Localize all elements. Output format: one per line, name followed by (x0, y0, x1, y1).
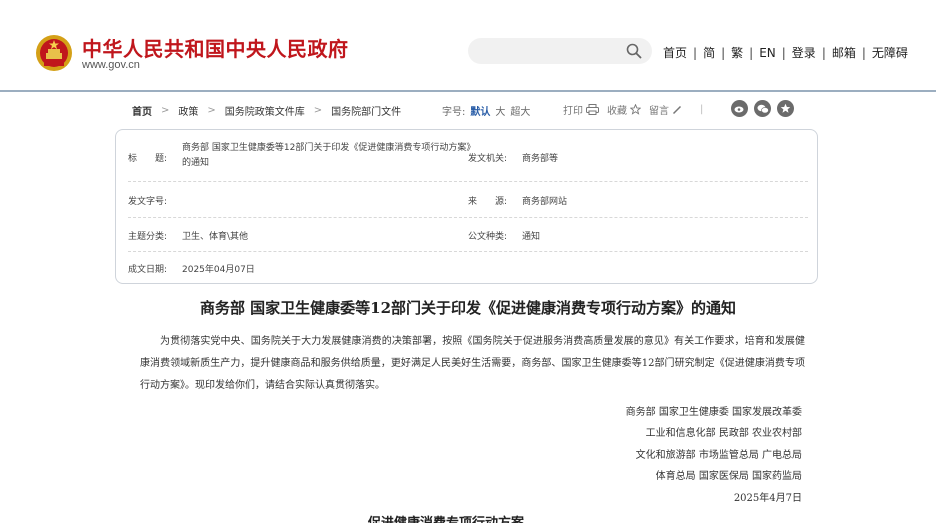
comment-button[interactable]: 留言 (649, 102, 669, 117)
wechat-icon[interactable] (754, 100, 771, 117)
info-row-docno: 发文字号: 来 源: 商务部网站 (128, 182, 808, 218)
nav-simplified[interactable]: 简 (703, 44, 715, 61)
signing-date: 2025年4月7日 (733, 492, 802, 504)
printer-icon[interactable] (586, 104, 599, 115)
star-icon[interactable] (630, 104, 641, 115)
chevron-right-icon: > (313, 105, 323, 116)
category-label: 主题分类: (128, 232, 168, 242)
signer-line: 体育总局 国家医保局 国家药监局 (655, 471, 802, 483)
article-tools: 打印 收藏 留言 | (563, 102, 713, 117)
info-row-category: 主题分类: 卫生、体育\其他 公文种类: 通知 (128, 218, 808, 252)
font-size-selector: 字号: 默认 大 超大 (442, 103, 530, 118)
chevron-right-icon: > (161, 105, 170, 116)
nav-login[interactable]: 登录 (792, 44, 816, 61)
share-bar (731, 100, 794, 117)
doc-type-label: 公文种类: (468, 232, 508, 242)
article-title: 商务部 国家卫生健康委等12部门关于印发《促进健康消费专项行动方案》的通知 (199, 299, 737, 317)
nav-accessibility[interactable]: 无障碍 (872, 44, 908, 61)
nav-home[interactable]: 首页 (663, 44, 687, 61)
signer-line: 工业和信息化部 民政部 农业农村部 (645, 428, 802, 440)
title-value: 商务部 国家卫生健康委等12部门关于印发《促进健康消费专项行动方案》的通知 (182, 143, 471, 168)
chevron-right-icon: > (207, 105, 216, 116)
breadcrumb-policy[interactable]: 政策 (178, 103, 198, 118)
breadcrumb: 首页 > 政策 > 国务院政策文件库 > 国务院部门文件 (132, 103, 401, 118)
site-title[interactable]: 中华人民共和国中央人民政府 (82, 33, 349, 62)
doc-type-value: 通知 (522, 232, 541, 242)
issuer-label: 发文机关: (468, 154, 508, 164)
date-value: 2025年04月07日 (182, 265, 255, 275)
article-body: 为贯彻落实党中央、国务院关于大力发展健康消费的决策部署，按照《国务院关于促进服务… (140, 336, 805, 391)
source-label: 来 源: (468, 197, 508, 207)
info-row-title: 标 题: 商务部 国家卫生健康委等12部门关于印发《促进健康消费专项行动方案》的… (128, 138, 808, 182)
font-size-label: 字号: (442, 107, 466, 118)
info-row-date: 成文日期: 2025年04月07日 (128, 252, 808, 282)
category-value: 卫生、体育\其他 (182, 232, 249, 242)
pencil-icon[interactable] (672, 105, 682, 115)
breadcrumb-policy-library[interactable]: 国务院政策文件库 (225, 103, 305, 118)
font-size-xlarge[interactable]: 超大 (510, 103, 530, 118)
national-emblem-icon[interactable] (34, 33, 74, 73)
next-section-heading: 促进健康消费专项行动方案 (368, 512, 524, 523)
signer-line: 商务部 国家卫生健康委 国家发展改革委 (625, 407, 802, 418)
font-size-default[interactable]: 默认 (470, 103, 490, 118)
nav-english[interactable]: EN (759, 46, 776, 60)
document-info-box: 标 题: 商务部 国家卫生健康委等12部门关于印发《促进健康消费专项行动方案》的… (115, 129, 818, 284)
divider: | (700, 104, 704, 115)
date-label: 成文日期: (128, 265, 168, 275)
title-label: 标 题: (128, 154, 168, 164)
signers-block: 商务部 国家卫生健康委 国家发展改革委 工业和信息化部 民政部 农业农村部 文化… (626, 402, 802, 509)
site-domain: www.gov.cn (82, 59, 140, 71)
font-size-large[interactable]: 大 (495, 103, 505, 118)
header-divider (0, 90, 936, 92)
search-input[interactable] (468, 38, 652, 64)
favorite-star-icon[interactable] (777, 100, 794, 117)
signer-line: 文化和旅游部 市场监管总局 广电总局 (635, 449, 802, 461)
nav-mail[interactable]: 邮箱 (832, 44, 856, 61)
doc-no-label: 发文字号: (128, 197, 168, 207)
print-button[interactable]: 打印 (563, 102, 583, 117)
breadcrumb-department-docs[interactable]: 国务院部门文件 (331, 103, 401, 118)
weibo-icon[interactable] (731, 100, 748, 117)
source-value: 商务部网站 (522, 197, 568, 207)
top-nav: 首页 | 简 | 繁 | EN | 登录 | 邮箱 | 无障碍 (663, 44, 908, 61)
search-icon[interactable] (626, 43, 642, 59)
nav-traditional[interactable]: 繁 (731, 44, 743, 61)
site-header: 中华人民共和国中央人民政府 www.gov.cn 首页 | 简 | 繁 | EN | 登… (0, 0, 936, 90)
breadcrumb-home[interactable]: 首页 (132, 103, 152, 118)
issuer-value: 商务部等 (522, 154, 559, 164)
favorite-button[interactable]: 收藏 (607, 102, 627, 117)
